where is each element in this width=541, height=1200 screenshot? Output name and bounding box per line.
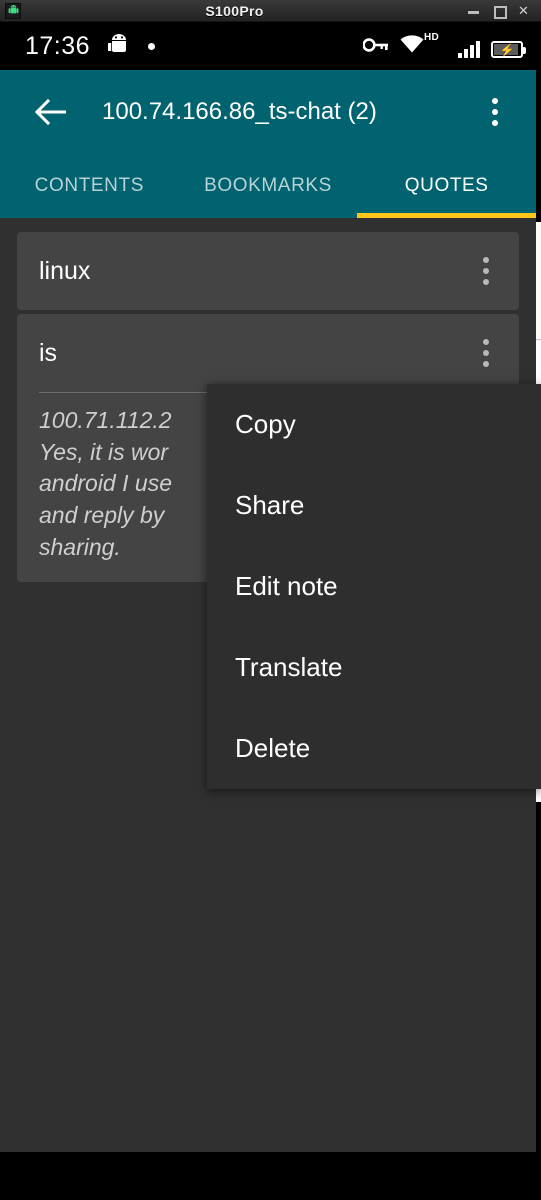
page-title: 100.74.166.86_ts-chat (2) [102, 98, 377, 125]
tab-quotes[interactable]: QUOTES [357, 154, 536, 218]
app-bar: 100.74.166.86_ts-chat (2) [0, 70, 536, 154]
maximize-button[interactable] [493, 5, 507, 19]
status-bar-left: 17:36 [25, 32, 156, 61]
android-debug-icon [108, 32, 130, 61]
quote-title: linux [39, 256, 91, 285]
status-clock: 17:36 [25, 32, 91, 60]
wifi-icon [400, 35, 424, 58]
status-bar-right: HD ⚡ [362, 32, 526, 58]
quote-card-header: is [17, 314, 519, 392]
minimize-button[interactable] [468, 5, 479, 16]
wifi-signal-group: HD [400, 32, 480, 58]
quote-card[interactable]: linux [17, 232, 519, 310]
emulator-window: S100Pro ✕ 17:36 HD ⚡ 100.74.166.86_ts-ch… [0, 0, 541, 1200]
quote-overflow-icon[interactable] [473, 333, 499, 373]
tab-bar: CONTENTS BOOKMARKS QUOTES [0, 154, 536, 218]
context-menu: Copy Share Edit note Translate Delete [207, 384, 541, 789]
overflow-menu-icon[interactable] [482, 92, 508, 132]
network-type-label: HD [424, 32, 440, 43]
menu-item-translate[interactable]: Translate [207, 627, 541, 708]
vpn-key-icon [362, 37, 389, 58]
tab-contents[interactable]: CONTENTS [0, 154, 179, 218]
android-status-bar: 17:36 HD ⚡ [0, 23, 541, 70]
menu-item-copy[interactable]: Copy [207, 384, 541, 465]
quote-title: is [39, 338, 58, 367]
quote-overflow-icon[interactable] [473, 251, 499, 291]
android-navigation-bar [0, 1152, 541, 1200]
battery-charging-icon: ⚡ [491, 41, 526, 58]
arrow-back-icon[interactable] [28, 89, 74, 135]
window-title: S100Pro [205, 2, 264, 19]
close-button[interactable]: ✕ [518, 4, 529, 17]
menu-item-delete[interactable]: Delete [207, 708, 541, 789]
notification-dot-icon [148, 43, 156, 50]
window-controls: ✕ [468, 4, 529, 19]
window-title-bar: S100Pro ✕ [0, 0, 541, 22]
menu-item-share[interactable]: Share [207, 465, 541, 546]
menu-item-edit-note[interactable]: Edit note [207, 546, 541, 627]
quote-card-header: linux [17, 232, 519, 310]
tab-bookmarks[interactable]: BOOKMARKS [179, 154, 358, 218]
signal-bars-icon [458, 41, 480, 58]
